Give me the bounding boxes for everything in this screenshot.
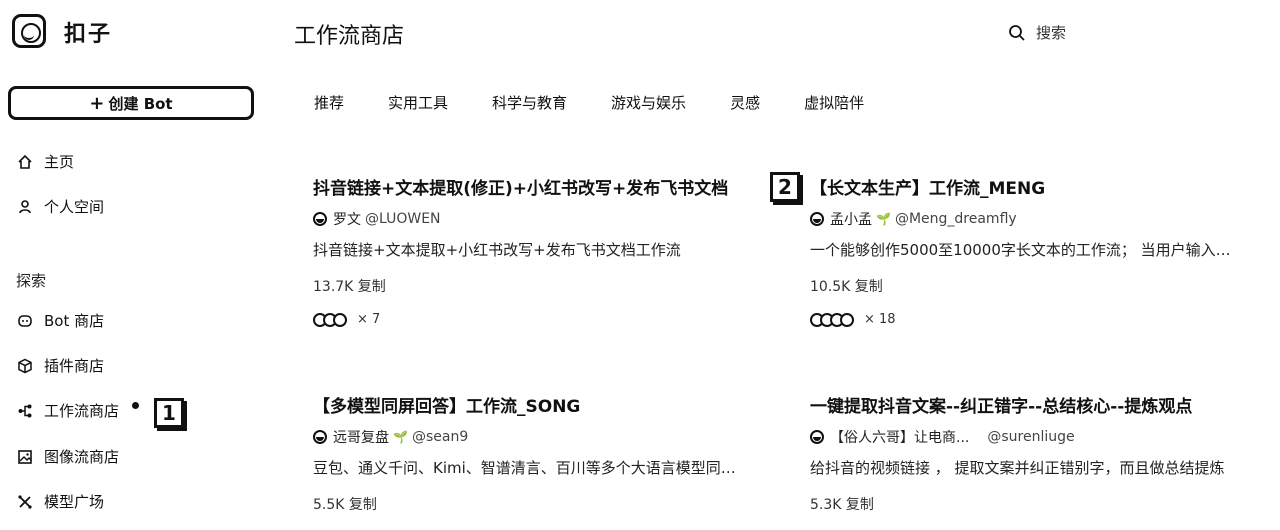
author-handle: @sean9 — [411, 429, 469, 445]
card-description: 豆包、通义千问、Kimi、智谱清言、百川等多个大语言模型同屏回答 — [313, 459, 745, 477]
card-author: 孟小孟 🌱 @Meng_dreamfly — [810, 209, 1242, 229]
search-button[interactable]: 搜索 — [1008, 22, 1066, 43]
avatar — [810, 212, 824, 226]
tab-science-education[interactable]: 科学与教育 — [492, 92, 567, 113]
card-title: 抖音链接+文本提取(修正)+小红书改写+发布飞书文档 — [313, 179, 729, 199]
user-count: × 18 — [864, 312, 896, 327]
workflow-card[interactable]: 【多模型同屏回答】工作流_SONG 远哥复盘 🌱 @sean9 豆包、通义千问、… — [313, 392, 745, 514]
tab-recommend[interactable]: 推荐 — [314, 92, 344, 113]
sidebar-item-label: Bot 商店 — [44, 312, 105, 330]
search-icon — [1009, 24, 1025, 41]
avatar — [313, 212, 327, 226]
sidebar-item-plugin-store[interactable]: 插件商店 — [16, 355, 104, 376]
category-tabs: 推荐 实用工具 科学与教育 游戏与娱乐 灵感 虚拟陪伴 — [314, 92, 908, 113]
cube-icon — [16, 357, 34, 375]
card-copy-count: 5.5K 复制 — [313, 497, 377, 513]
sidebar-item-imageflow-store[interactable]: 图像流商店 — [16, 446, 119, 467]
annotation-badge-1: 1 — [154, 398, 184, 428]
sidebar-item-personal-space[interactable]: 个人空间 — [16, 196, 104, 217]
card-description: 一个能够创作5000至10000字长文本的工作流； 当用户输入主题 — [810, 241, 1242, 259]
explore-section-label: 探索 — [16, 272, 47, 290]
workflow-card[interactable]: 抖音链接+文本提取(修正)+小红书改写+发布飞书文档 罗文 @LUOWEN 抖音… — [313, 174, 745, 327]
sidebar-item-home[interactable]: 主页 — [16, 151, 74, 172]
plus-icon: + — [89, 92, 105, 114]
card-users: × 18 — [810, 312, 1242, 327]
create-bot-button[interactable]: + 创建 Bot — [8, 86, 254, 120]
active-dot — [132, 402, 139, 409]
sidebar-item-bot-store[interactable]: Bot 商店 — [16, 310, 104, 331]
model-icon — [16, 493, 34, 511]
annotation-badge-2: 2 — [770, 172, 800, 202]
tab-utility[interactable]: 实用工具 — [388, 92, 448, 113]
card-copy-count: 5.3K 复制 — [810, 497, 874, 513]
sidebar-item-label: 个人空间 — [44, 198, 105, 216]
sidebar-item-label: 工作流商店 — [44, 402, 120, 420]
author-handle: @LUOWEN — [365, 211, 441, 227]
sprout-icon: 🌱 — [876, 212, 891, 226]
card-copy-count: 13.7K 复制 — [313, 279, 386, 295]
card-author: 罗文 @LUOWEN — [313, 209, 745, 229]
sidebar-item-workflow-store[interactable]: 工作流商店 — [16, 400, 119, 421]
sprout-icon: 🌱 — [393, 430, 408, 444]
avatar — [313, 430, 327, 444]
workflow-card[interactable]: 【长文本生产】工作流_MENG 孟小孟 🌱 @Meng_dreamfly 一个能… — [810, 174, 1242, 327]
avatar — [810, 430, 824, 444]
image-icon — [16, 448, 34, 466]
sidebar-item-label: 模型广场 — [44, 493, 105, 511]
author-name: 罗文 — [333, 212, 361, 228]
author-name: 孟小孟 — [830, 212, 872, 228]
home-icon — [16, 153, 34, 171]
workflow-icon — [16, 402, 34, 420]
card-title: 【多模型同屏回答】工作流_SONG — [313, 397, 581, 417]
card-description: 抖音链接+文本提取+小红书改写+发布飞书文档工作流 — [313, 241, 681, 259]
card-description: 给抖音的视频链接 ， 提取文案并纠正错别字，而且做总结提炼 — [810, 459, 1225, 477]
card-title: 一键提取抖音文案--纠正错字--总结核心--提炼观点 — [810, 397, 1193, 417]
user-avatars-icon — [313, 312, 347, 327]
search-label: 搜索 — [1036, 24, 1067, 42]
author-name: 【俗人六哥】让电商... — [830, 430, 970, 446]
card-author: 远哥复盘 🌱 @sean9 — [313, 427, 745, 447]
card-users: × 7 — [313, 312, 745, 327]
user-avatars-icon — [810, 312, 854, 327]
logo-icon[interactable] — [12, 14, 46, 48]
user-count: × 7 — [357, 312, 381, 327]
author-handle: @surenliuge — [987, 429, 1075, 445]
tab-virtual-companion[interactable]: 虚拟陪伴 — [804, 92, 864, 113]
card-author: 【俗人六哥】让电商... @surenliuge — [810, 427, 1242, 447]
sidebar-item-label: 插件商店 — [44, 357, 105, 375]
page-title: 工作流商店 — [294, 24, 405, 49]
author-name: 远哥复盘 — [333, 430, 389, 446]
card-copy-count: 10.5K 复制 — [810, 279, 883, 295]
sidebar-item-label: 图像流商店 — [44, 448, 120, 466]
card-title: 【长文本生产】工作流_MENG — [810, 179, 1046, 199]
brand-name: 扣子 — [64, 22, 113, 47]
author-handle: @Meng_dreamfly — [894, 211, 1017, 227]
workflow-card[interactable]: 一键提取抖音文案--纠正错字--总结核心--提炼观点 【俗人六哥】让电商... … — [810, 392, 1242, 514]
create-bot-label: 创建 Bot — [108, 94, 173, 113]
tab-inspiration[interactable]: 灵感 — [730, 92, 760, 113]
bot-icon — [16, 312, 34, 330]
user-icon — [16, 198, 34, 216]
sidebar-item-model-square[interactable]: 模型广场 — [16, 491, 104, 512]
tab-game-entertainment[interactable]: 游戏与娱乐 — [611, 92, 686, 113]
sidebar-item-label: 主页 — [44, 153, 75, 171]
